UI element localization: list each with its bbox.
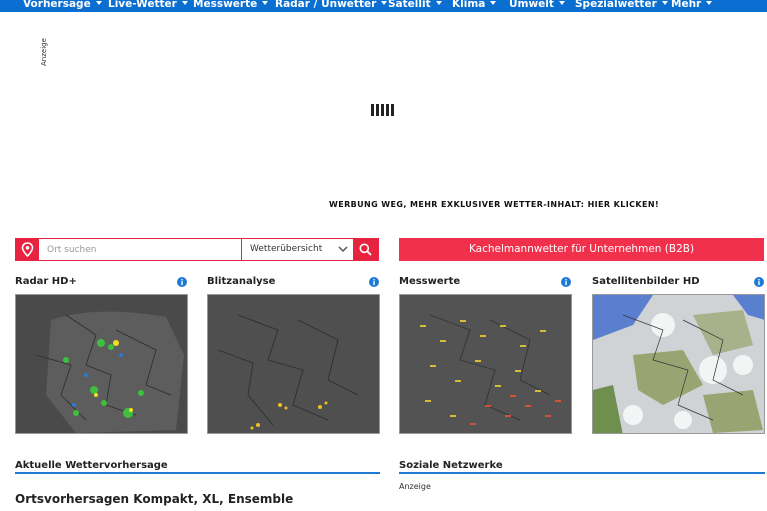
info-icon[interactable] bbox=[369, 277, 379, 287]
local-forecast-heading[interactable]: Ortsvorhersagen Kompakt, XL, Ensemble bbox=[15, 492, 293, 506]
caret-down-icon bbox=[95, 1, 102, 5]
panel-title-messwerte[interactable]: Messwerte bbox=[399, 276, 460, 287]
nav-label: Messwerte bbox=[193, 0, 258, 10]
info-icon[interactable] bbox=[177, 277, 187, 287]
nav-label: Mehr bbox=[671, 0, 702, 10]
location-pin-icon[interactable] bbox=[16, 239, 39, 260]
caret-down-icon bbox=[435, 1, 442, 5]
panel-title-radar[interactable]: Radar HD+ bbox=[15, 276, 77, 287]
nav-item-vorhersage[interactable]: Vorhersage bbox=[23, 0, 102, 12]
nav-item-live-wetter[interactable]: Live-Wetter bbox=[108, 0, 188, 12]
ad-removal-link[interactable]: WERBUNG WEG, MEHR EXKLUSIVER WETTER-INHA… bbox=[329, 200, 659, 209]
ad-label: Anzeige bbox=[399, 482, 431, 491]
nav-label: Radar / Unwetter bbox=[275, 0, 377, 10]
view-select-value: Wetterübersicht bbox=[250, 244, 323, 254]
info-icon[interactable] bbox=[561, 277, 571, 287]
caret-down-icon bbox=[558, 1, 565, 5]
nav-item-satellit[interactable]: Satellit bbox=[388, 0, 442, 12]
section-title-forecast: Aktuelle Wettervorhersage bbox=[15, 460, 168, 471]
search-button[interactable] bbox=[353, 239, 378, 260]
top-navigation: Vorhersage Live-Wetter Messwerte Radar /… bbox=[0, 0, 767, 12]
nav-label: Vorhersage bbox=[23, 0, 91, 10]
location-search-bar: Wetterübersicht bbox=[15, 238, 379, 261]
nav-item-messwerte[interactable]: Messwerte bbox=[193, 0, 269, 12]
caret-down-icon bbox=[181, 1, 188, 5]
search-input[interactable] bbox=[41, 239, 247, 260]
panel-title-satellit[interactable]: Satellitenbilder HD bbox=[592, 276, 700, 287]
ad-label: Anzeige bbox=[40, 38, 48, 66]
nav-label: Live-Wetter bbox=[108, 0, 177, 10]
nav-label: Klima bbox=[452, 0, 486, 10]
loading-icon bbox=[371, 104, 399, 116]
nav-item-radar-unwetter[interactable]: Radar / Unwetter bbox=[275, 0, 388, 12]
section-divider bbox=[15, 472, 380, 474]
search-icon bbox=[359, 243, 372, 256]
view-select[interactable]: Wetterübersicht bbox=[242, 239, 354, 260]
caret-down-icon bbox=[262, 1, 269, 5]
panel-title-blitz[interactable]: Blitzanalyse bbox=[207, 276, 275, 287]
chevron-down-icon bbox=[338, 246, 348, 253]
b2b-button[interactable]: Kachelmannwetter für Unternehmen (B2B) bbox=[399, 238, 764, 261]
caret-down-icon bbox=[490, 1, 497, 5]
lightning-map-image[interactable] bbox=[207, 294, 380, 434]
nav-label: Spezialwetter bbox=[575, 0, 657, 10]
nav-item-klima[interactable]: Klima bbox=[452, 0, 497, 12]
radar-map-image[interactable] bbox=[15, 294, 188, 434]
section-title-social: Soziale Netzwerke bbox=[399, 460, 503, 471]
caret-down-icon bbox=[381, 1, 388, 5]
satellite-map-image[interactable] bbox=[592, 294, 765, 434]
nav-label: Umwelt bbox=[509, 0, 554, 10]
nav-item-spezialwetter[interactable]: Spezialwetter bbox=[575, 0, 668, 12]
nav-item-mehr[interactable]: Mehr bbox=[671, 0, 713, 12]
caret-down-icon bbox=[706, 1, 713, 5]
section-divider bbox=[399, 472, 765, 474]
nav-item-umwelt[interactable]: Umwelt bbox=[509, 0, 565, 12]
measurements-map-image[interactable] bbox=[399, 294, 572, 434]
caret-down-icon bbox=[661, 1, 668, 5]
info-icon[interactable] bbox=[754, 277, 764, 287]
nav-label: Satellit bbox=[388, 0, 431, 10]
